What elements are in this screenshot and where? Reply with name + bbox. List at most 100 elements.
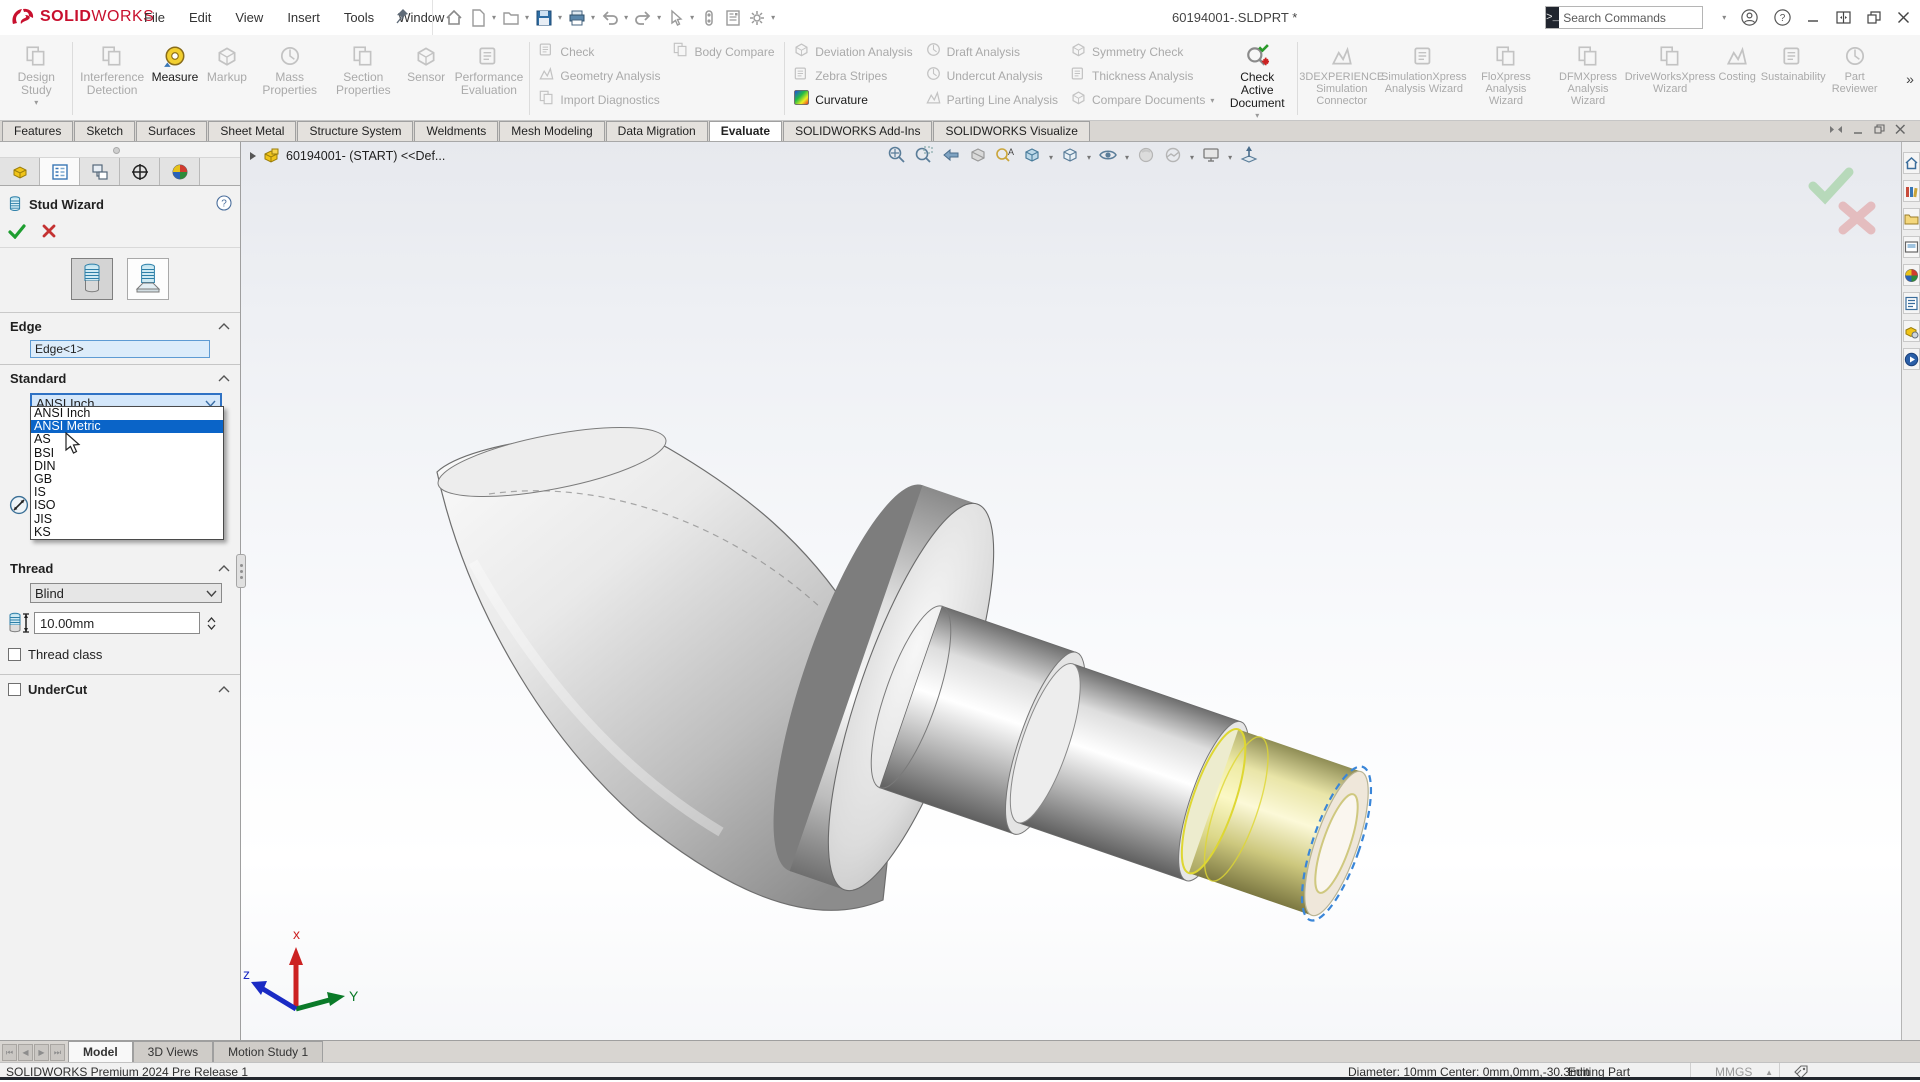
- design-study-caret[interactable]: ▾: [34, 98, 38, 107]
- rebuild-button[interactable]: [698, 5, 720, 31]
- thread-section-header[interactable]: Thread: [0, 555, 240, 579]
- view-settings-caret[interactable]: ▾: [1228, 153, 1232, 162]
- hide-show-items-caret[interactable]: ▾: [1125, 153, 1129, 162]
- performance-evaluation-button[interactable]: Performance Evaluation: [452, 37, 526, 120]
- check-button[interactable]: Check: [538, 41, 660, 62]
- menu-insert[interactable]: Insert: [275, 0, 332, 35]
- tab-nav-last[interactable]: ⏭: [50, 1044, 65, 1061]
- propertymanager-tab[interactable]: [40, 158, 80, 185]
- file-properties-button[interactable]: [722, 5, 744, 31]
- simulationxpress-analysis-wizard-button[interactable]: SimulationXpress Analysis Wizard: [1383, 37, 1465, 120]
- configurationmanager-tab[interactable]: [80, 158, 120, 185]
- bottom-tab-motion-study-1[interactable]: Motion Study 1: [213, 1041, 323, 1062]
- new-doc-button[interactable]: [467, 5, 489, 31]
- doc-close-icon[interactable]: [1895, 124, 1906, 135]
- section-properties-button[interactable]: Section Properties: [327, 37, 401, 120]
- apply-scene-icon[interactable]: [1163, 145, 1183, 170]
- driveworksxpress-wizard-button[interactable]: DriveWorksXpress Wizard: [1629, 37, 1711, 120]
- view-orientation-caret[interactable]: ▾: [1087, 153, 1091, 162]
- zoom-to-fit-icon[interactable]: [887, 145, 907, 170]
- minimize-button[interactable]: [1807, 11, 1820, 24]
- dock-arrows-icon[interactable]: [1829, 124, 1843, 135]
- custom-properties-icon[interactable]: [1903, 292, 1920, 314]
- sensor-button[interactable]: Sensor: [400, 37, 452, 120]
- confirm-ok-icon[interactable]: [1813, 172, 1849, 198]
- standard-option-ansi-metric[interactable]: ANSI Metric: [31, 420, 223, 433]
- doc-minimize-icon[interactable]: [1853, 124, 1864, 135]
- confirm-cancel-icon[interactable]: [1843, 206, 1871, 230]
- compare-documents-button[interactable]: Compare Documents▾: [1070, 89, 1214, 110]
- stud-on-cylinder-button[interactable]: [71, 258, 113, 300]
- zoom-to-area-icon[interactable]: [914, 145, 934, 170]
- tab-sketch[interactable]: Sketch: [74, 121, 135, 141]
- tab-evaluate[interactable]: Evaluate: [709, 121, 782, 141]
- standard-option-jis[interactable]: JIS: [31, 513, 223, 526]
- measure-button[interactable]: Measure: [149, 37, 201, 120]
- bottom-tab-model[interactable]: Model: [68, 1041, 133, 1062]
- tab-features[interactable]: Features: [2, 121, 73, 141]
- resources-home-icon[interactable]: [1903, 152, 1920, 174]
- home-button[interactable]: [443, 5, 465, 31]
- tree-root-label[interactable]: 60194001- (START) <<Def...: [286, 149, 445, 163]
- tab-solidworks-visualize[interactable]: SOLIDWORKS Visualize: [933, 121, 1090, 141]
- interference-detection-button[interactable]: Interference Detection: [75, 37, 149, 120]
- edit-appearance-icon[interactable]: [1136, 145, 1156, 170]
- displaymanager-tab[interactable]: [160, 158, 200, 185]
- view-settings-icon[interactable]: [1201, 145, 1221, 170]
- save-button[interactable]: [533, 5, 555, 31]
- search-caret-icon[interactable]: ▾: [1722, 13, 1730, 22]
- save-dropdown-caret[interactable]: ▾: [558, 13, 562, 22]
- tab-solidworks-add-ins[interactable]: SOLIDWORKS Add-Ins: [783, 121, 932, 141]
- zebra-stripes-button[interactable]: Zebra Stripes: [793, 65, 912, 86]
- menu-tools[interactable]: Tools: [332, 0, 386, 35]
- print-button[interactable]: [566, 5, 588, 31]
- standard-section-header[interactable]: Standard: [0, 365, 240, 389]
- units-caret-icon[interactable]: ▲: [1765, 1068, 1773, 1077]
- dimxpertmanager-tab[interactable]: [120, 158, 160, 185]
- apply-scene-caret[interactable]: ▾: [1190, 153, 1194, 162]
- redo-dropdown-caret[interactable]: ▾: [657, 13, 661, 22]
- standard-option-iso[interactable]: ISO: [31, 499, 223, 512]
- tab-nav-next[interactable]: ▶: [34, 1044, 49, 1061]
- part-reviewer-button[interactable]: Part Reviewer: [1823, 37, 1886, 120]
- tab-surfaces[interactable]: Surfaces: [136, 121, 207, 141]
- display-style-caret[interactable]: ▾: [1049, 153, 1053, 162]
- standard-option-ks[interactable]: KS: [31, 526, 223, 539]
- panel-help-icon[interactable]: ?: [216, 195, 232, 214]
- part-model-3d[interactable]: [241, 142, 1901, 1040]
- select-dropdown-caret[interactable]: ▾: [690, 13, 694, 22]
- dynamic-annotation-views-icon[interactable]: A: [995, 145, 1015, 170]
- geometry-analysis-button[interactable]: Geometry Analysis: [538, 65, 660, 86]
- print-dropdown-caret[interactable]: ▾: [591, 13, 595, 22]
- previous-view-icon[interactable]: [941, 145, 961, 170]
- spinner-up-icon[interactable]: [207, 617, 216, 623]
- standard-option-gb[interactable]: GB: [31, 473, 223, 486]
- select-button[interactable]: [665, 5, 687, 31]
- tab-weldments[interactable]: Weldments: [414, 121, 498, 141]
- open-doc-dropdown-caret[interactable]: ▾: [525, 13, 529, 22]
- body-compare-button[interactable]: Body Compare: [672, 41, 774, 62]
- dfmxpress-analysis-wizard-button[interactable]: DFMXpress Analysis Wizard: [1547, 37, 1629, 120]
- ok-button[interactable]: [8, 224, 26, 239]
- design-library-icon[interactable]: [1903, 180, 1920, 202]
- undercut-checkbox[interactable]: [8, 683, 21, 696]
- markup-button[interactable]: Markup: [201, 37, 253, 120]
- undo-dropdown-caret[interactable]: ▾: [624, 13, 628, 22]
- section-view-icon[interactable]: [968, 145, 988, 170]
- redo-button[interactable]: [632, 5, 654, 31]
- solidworks-addins-icon[interactable]: [1903, 320, 1920, 342]
- undo-button[interactable]: [599, 5, 621, 31]
- design-study-button[interactable]: Design Study▾: [4, 37, 69, 120]
- draft-analysis-button[interactable]: Draft Analysis: [925, 41, 1058, 62]
- display-style-icon[interactable]: [1022, 145, 1042, 170]
- cancel-button[interactable]: [42, 224, 56, 238]
- depth-spinner[interactable]: [207, 617, 216, 630]
- restore-button[interactable]: [1867, 11, 1881, 24]
- symmetry-check-button[interactable]: Symmetry Check: [1070, 41, 1214, 62]
- doc-restore-icon[interactable]: [1874, 124, 1885, 135]
- edge-section-header[interactable]: Edge: [0, 313, 240, 337]
- deviation-analysis-button[interactable]: Deviation Analysis: [793, 41, 912, 62]
- parting-line-analysis-button[interactable]: Parting Line Analysis: [925, 89, 1058, 110]
- tab-mesh-modeling[interactable]: Mesh Modeling: [499, 121, 604, 141]
- 3d-drawing-view-icon[interactable]: [1239, 145, 1259, 170]
